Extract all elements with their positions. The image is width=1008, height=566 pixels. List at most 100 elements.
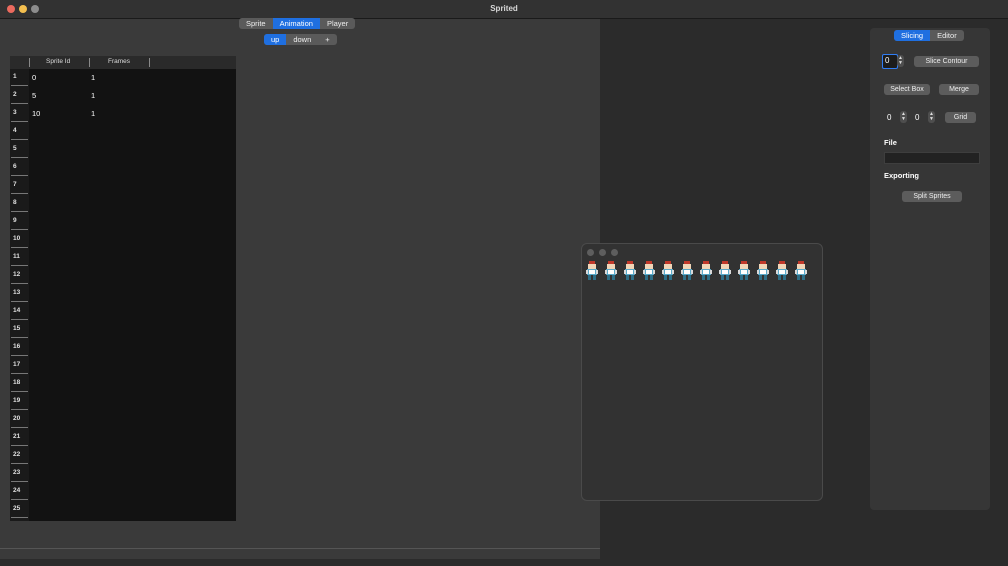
row-separator — [11, 445, 28, 446]
row-number[interactable]: 20 — [13, 415, 20, 422]
row-number[interactable]: 2 — [13, 91, 17, 98]
row-number[interactable]: 18 — [13, 379, 20, 386]
row-number[interactable]: 1 — [13, 73, 17, 80]
title-bar: Sprited — [0, 0, 1008, 19]
tab-animation[interactable]: Animation — [272, 18, 320, 29]
row-separator — [11, 157, 28, 158]
bottom-divider — [0, 548, 600, 549]
sprite-thumbnail[interactable] — [718, 261, 732, 281]
frames-table[interactable]: Sprite Id Frames 1 2 3 4 5 6 7 8 9 10 11 12 13 14 15 16… — [10, 56, 236, 521]
row-number[interactable]: 25 — [13, 505, 20, 512]
row-number[interactable]: 16 — [13, 343, 20, 350]
row-number[interactable]: 8 — [13, 199, 17, 206]
stepper-down-icon: ▼ — [929, 116, 934, 122]
sprite-thumbnail[interactable] — [756, 261, 770, 281]
row-separator — [11, 85, 28, 86]
row-number[interactable]: 22 — [13, 451, 20, 458]
inspector-tabs: Slicing Editor — [894, 30, 964, 41]
sprite-thumbnail[interactable] — [794, 261, 808, 281]
add-animation-button[interactable]: + — [318, 34, 336, 45]
row-separator — [11, 373, 28, 374]
row-separator — [11, 103, 28, 104]
row-separator — [11, 319, 28, 320]
sprite-thumbnail[interactable] — [642, 261, 656, 281]
cell-frames[interactable]: 1 — [91, 109, 95, 118]
row-separator — [11, 337, 28, 338]
row-separator — [11, 463, 28, 464]
row-separator — [11, 121, 28, 122]
contour-stepper[interactable]: ▲ ▼ — [897, 55, 904, 67]
sprite-thumbnail[interactable] — [680, 261, 694, 281]
preview-zoom-button[interactable] — [611, 249, 618, 256]
tab-slicing[interactable]: Slicing — [894, 30, 931, 41]
row-separator — [11, 355, 28, 356]
row-number[interactable]: 9 — [13, 217, 17, 224]
cell-frames[interactable]: 1 — [91, 73, 95, 82]
tab-anim-down[interactable]: down — [286, 34, 318, 45]
row-separator — [11, 229, 28, 230]
row-separator — [11, 409, 28, 410]
tab-editor[interactable]: Editor — [930, 30, 964, 41]
row-number[interactable]: 15 — [13, 325, 20, 332]
slice-contour-button[interactable]: Slice Contour — [914, 56, 979, 67]
column-header-sprite-id[interactable]: Sprite Id — [46, 58, 70, 65]
preview-minimize-button[interactable] — [599, 249, 606, 256]
grid-y-value[interactable]: 0 — [915, 113, 919, 122]
row-number[interactable]: 12 — [13, 271, 20, 278]
grid-x-stepper[interactable]: ▲ ▼ — [900, 111, 907, 123]
row-number[interactable]: 6 — [13, 163, 17, 170]
grid-y-stepper[interactable]: ▲ ▼ — [928, 111, 935, 123]
cell-frames[interactable]: 1 — [91, 91, 95, 100]
tab-anim-up[interactable]: up — [264, 34, 287, 45]
sprite-thumbnail[interactable] — [661, 261, 675, 281]
cell-sprite-id[interactable]: 0 — [32, 73, 36, 82]
cell-sprite-id[interactable]: 10 — [32, 109, 40, 118]
grid-x-value[interactable]: 0 — [887, 113, 891, 122]
merge-button[interactable]: Merge — [939, 84, 979, 95]
mode-tabs: Sprite Animation Player — [239, 18, 356, 29]
preview-close-button[interactable] — [587, 249, 594, 256]
row-separator — [11, 499, 28, 500]
grid-button[interactable]: Grid — [945, 112, 976, 123]
sprite-thumbnail[interactable] — [737, 261, 751, 281]
row-number[interactable]: 13 — [13, 289, 20, 296]
cell-sprite-id[interactable]: 5 — [32, 91, 36, 100]
row-number[interactable]: 10 — [13, 235, 20, 242]
row-separator — [11, 175, 28, 176]
row-number[interactable]: 24 — [13, 487, 20, 494]
row-number[interactable]: 17 — [13, 361, 20, 368]
sprite-thumbnail[interactable] — [699, 261, 713, 281]
file-path-field[interactable] — [884, 152, 980, 164]
row-number[interactable]: 11 — [13, 253, 20, 260]
animation-tabs: up down + — [264, 34, 337, 45]
sprite-thumbnail[interactable] — [585, 261, 599, 281]
contour-input[interactable]: 0 — [882, 54, 898, 69]
sprite-preview-window[interactable] — [581, 243, 823, 501]
row-separator — [11, 391, 28, 392]
inspector-panel — [870, 28, 990, 510]
row-number[interactable]: 3 — [13, 109, 17, 116]
row-separator — [11, 283, 28, 284]
column-header-frames[interactable]: Frames — [108, 58, 130, 65]
row-separator — [11, 247, 28, 248]
sprite-thumbnail[interactable] — [623, 261, 637, 281]
row-number[interactable]: 23 — [13, 469, 20, 476]
exporting-label: Exporting — [884, 171, 919, 180]
row-separator — [11, 265, 28, 266]
row-number[interactable]: 4 — [13, 127, 17, 134]
split-sprites-button[interactable]: Split Sprites — [902, 191, 962, 202]
sprite-thumbnail[interactable] — [604, 261, 618, 281]
row-number[interactable]: 14 — [13, 307, 20, 314]
row-number[interactable]: 7 — [13, 181, 17, 188]
row-number[interactable]: 5 — [13, 145, 17, 152]
sprite-thumbnail[interactable] — [775, 261, 789, 281]
tab-player[interactable]: Player — [320, 18, 355, 29]
row-number[interactable]: 21 — [13, 433, 20, 440]
file-label: File — [884, 138, 897, 147]
row-separator — [11, 211, 28, 212]
row-separator — [11, 517, 28, 518]
row-number[interactable]: 19 — [13, 397, 20, 404]
tab-sprite[interactable]: Sprite — [239, 18, 273, 29]
stepper-down-icon: ▼ — [898, 60, 903, 66]
select-box-button[interactable]: Select Box — [884, 84, 930, 95]
